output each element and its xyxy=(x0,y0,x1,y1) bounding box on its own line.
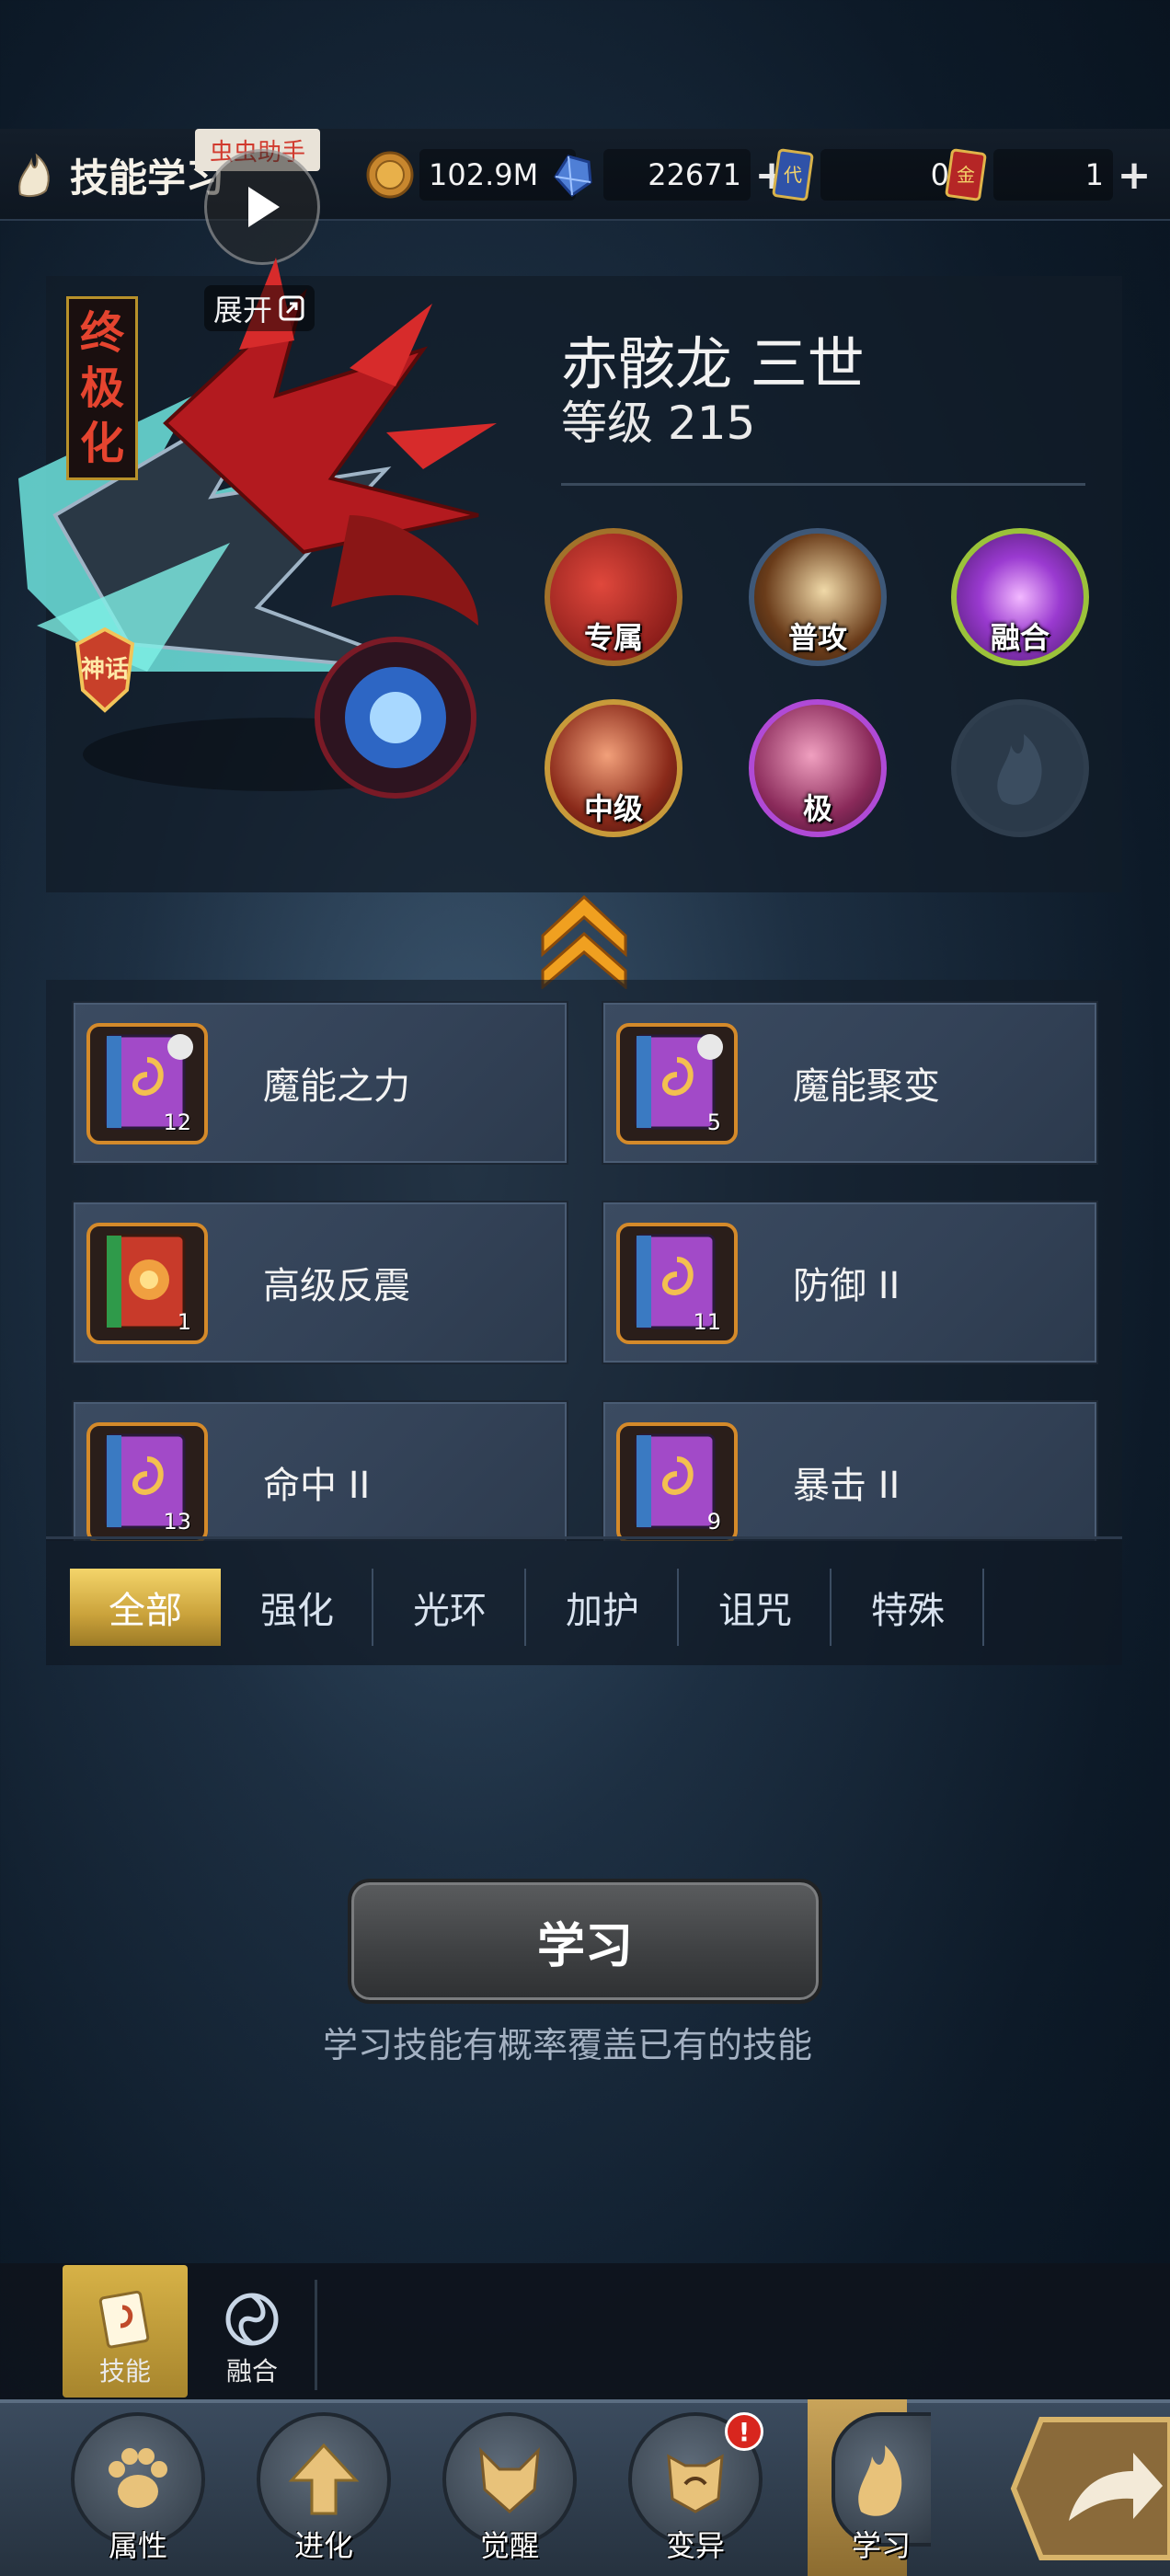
skill-book-grid: 12 魔能之力 5 魔能聚变 1 高级反震 11 防御 II 13 命中 II xyxy=(46,980,1122,1541)
forward-arrow-button[interactable] xyxy=(1004,2410,1170,2567)
locked-skill-slot[interactable] xyxy=(951,699,1089,837)
skill-book-tab-icon xyxy=(98,2290,150,2349)
ticket-b-amount: 1 xyxy=(1084,157,1104,192)
learn-hint: 学习技能有概率覆盖已有的技能 xyxy=(322,2025,812,2065)
add-ticket-button[interactable]: + xyxy=(1113,152,1155,199)
nav-learn-label: 学习 xyxy=(851,2528,911,2563)
skill-book-icon: 9 xyxy=(616,1422,738,1541)
nav-mutate[interactable]: 变异 ! xyxy=(622,2412,769,2569)
gem-amount: 22671 xyxy=(648,157,741,192)
skill-book-icon: 12 xyxy=(86,1023,208,1144)
normal-attack-label: 普攻 xyxy=(787,620,847,655)
skill-book-count: 5 xyxy=(706,1110,721,1135)
expand-label: 展开 xyxy=(213,293,273,328)
subtab-skill[interactable]: 技能 xyxy=(63,2265,188,2398)
skill-book-name: 魔能聚变 xyxy=(793,1065,940,1108)
crystal-icon xyxy=(554,155,592,197)
ultimate-tag-char-3: 化 xyxy=(79,418,124,469)
exclusive-skill[interactable]: 专属 xyxy=(545,528,682,666)
subtab-divider xyxy=(315,2280,317,2390)
extreme-skill-label: 极 xyxy=(802,791,832,826)
tab-special[interactable]: 特殊 xyxy=(833,1569,984,1646)
skill-book-name: 暴击 II xyxy=(793,1465,900,1507)
skill-book-card[interactable]: 9 暴击 II xyxy=(602,1400,1098,1541)
skill-book-card[interactable]: 12 魔能之力 xyxy=(72,1001,568,1165)
hero-level: 等级 215 xyxy=(561,397,756,450)
learn-hint-wrap: 学习技能有概率覆盖已有的技能 xyxy=(0,2017,1170,2067)
fusion-skill[interactable]: 融合 xyxy=(951,528,1089,666)
gold-coin-icon xyxy=(366,151,414,199)
flame-claw-icon xyxy=(9,148,63,201)
svg-text:金: 金 xyxy=(957,164,975,186)
skill-book-name: 魔能之力 xyxy=(263,1065,410,1108)
nav-learn[interactable]: 学习 xyxy=(808,2412,955,2569)
nav-awaken[interactable]: 觉醒 xyxy=(436,2412,583,2569)
skill-book-count: 12 xyxy=(163,1110,191,1135)
myth-badge-text: 神话 xyxy=(81,656,129,684)
learn-button[interactable]: 学习 xyxy=(348,1879,822,2004)
ticket-a-resource: 代 0 xyxy=(771,147,958,202)
skill-book-count: 1 xyxy=(177,1309,191,1335)
hero-divider xyxy=(561,483,1085,486)
ultimate-tag-char-1: 终 xyxy=(79,307,124,359)
myth-rarity-badge: 神话 xyxy=(70,626,140,714)
red-card-icon: 金 xyxy=(945,148,987,201)
skill-book-count: 13 xyxy=(163,1509,191,1535)
tab-all[interactable]: 全部 xyxy=(70,1569,221,1646)
nav-attributes[interactable]: 属性 xyxy=(64,2412,212,2569)
nav-attributes-label: 属性 xyxy=(108,2528,167,2563)
extreme-skill[interactable]: 极 xyxy=(749,699,887,837)
skill-book-icon: 1 xyxy=(86,1223,208,1344)
nav-mutate-label: 变异 xyxy=(665,2528,725,2563)
expand-icon xyxy=(279,295,304,321)
expand-button[interactable]: 展开 xyxy=(204,285,315,331)
svg-text:代: 代 xyxy=(784,164,802,186)
fusion-skill-label: 融合 xyxy=(990,620,1050,655)
intermediate-skill[interactable]: 中级 xyxy=(545,699,682,837)
normal-attack-skill[interactable]: 普攻 xyxy=(749,528,887,666)
ultimate-tag: 终 极 化 xyxy=(66,296,138,480)
gem-resource: 22671 + xyxy=(546,147,793,202)
skill-book-name: 命中 II xyxy=(263,1465,371,1507)
skill-book-icon: 5 xyxy=(616,1023,738,1144)
page-header: 技能学习 xyxy=(9,138,224,212)
chevron-up-icon xyxy=(541,894,627,989)
subtab-fusion[interactable]: 融合 xyxy=(189,2265,315,2398)
skill-book-name: 高级反震 xyxy=(263,1265,410,1307)
nav-evolve-label: 进化 xyxy=(293,2528,353,2563)
nav-evolve[interactable]: 进化 xyxy=(250,2412,397,2569)
subtab-fusion-label: 融合 xyxy=(225,2356,278,2386)
play-icon xyxy=(248,187,280,227)
skill-book-count: 9 xyxy=(706,1509,721,1535)
skill-book-name: 防御 II xyxy=(793,1265,900,1307)
skill-book-icon: 13 xyxy=(86,1422,208,1541)
subtab-skill-label: 技能 xyxy=(98,2356,151,2386)
exclusive-skill-label: 专属 xyxy=(583,620,643,655)
alert-badge: ! xyxy=(725,2412,763,2451)
tab-protection[interactable]: 加护 xyxy=(528,1569,679,1646)
gold-amount: 102.9M xyxy=(429,157,539,192)
locked-flame-icon xyxy=(997,734,1042,805)
ticket-b-resource: 金 1 + xyxy=(944,147,1155,202)
blue-card-icon: 代 xyxy=(772,148,814,201)
ultimate-tag-char-2: 极 xyxy=(79,362,124,414)
skill-book-card[interactable]: 1 高级反震 xyxy=(72,1201,568,1364)
skill-book-card[interactable]: 13 命中 II xyxy=(72,1400,568,1541)
tab-enhance[interactable]: 强化 xyxy=(223,1569,373,1646)
gold-resource: 102.9M xyxy=(364,147,576,202)
skill-book-count: 11 xyxy=(693,1309,721,1335)
intermediate-skill-label: 中级 xyxy=(583,791,643,826)
tab-curse[interactable]: 诅咒 xyxy=(681,1569,832,1646)
tab-aura[interactable]: 光环 xyxy=(375,1569,526,1646)
skill-book-icon: 11 xyxy=(616,1223,738,1344)
fusion-swirl-icon xyxy=(225,2293,279,2346)
skill-book-card[interactable]: 5 魔能聚变 xyxy=(602,1001,1098,1165)
skill-book-card[interactable]: 11 防御 II xyxy=(602,1201,1098,1364)
nav-awaken-label: 觉醒 xyxy=(479,2528,539,2563)
